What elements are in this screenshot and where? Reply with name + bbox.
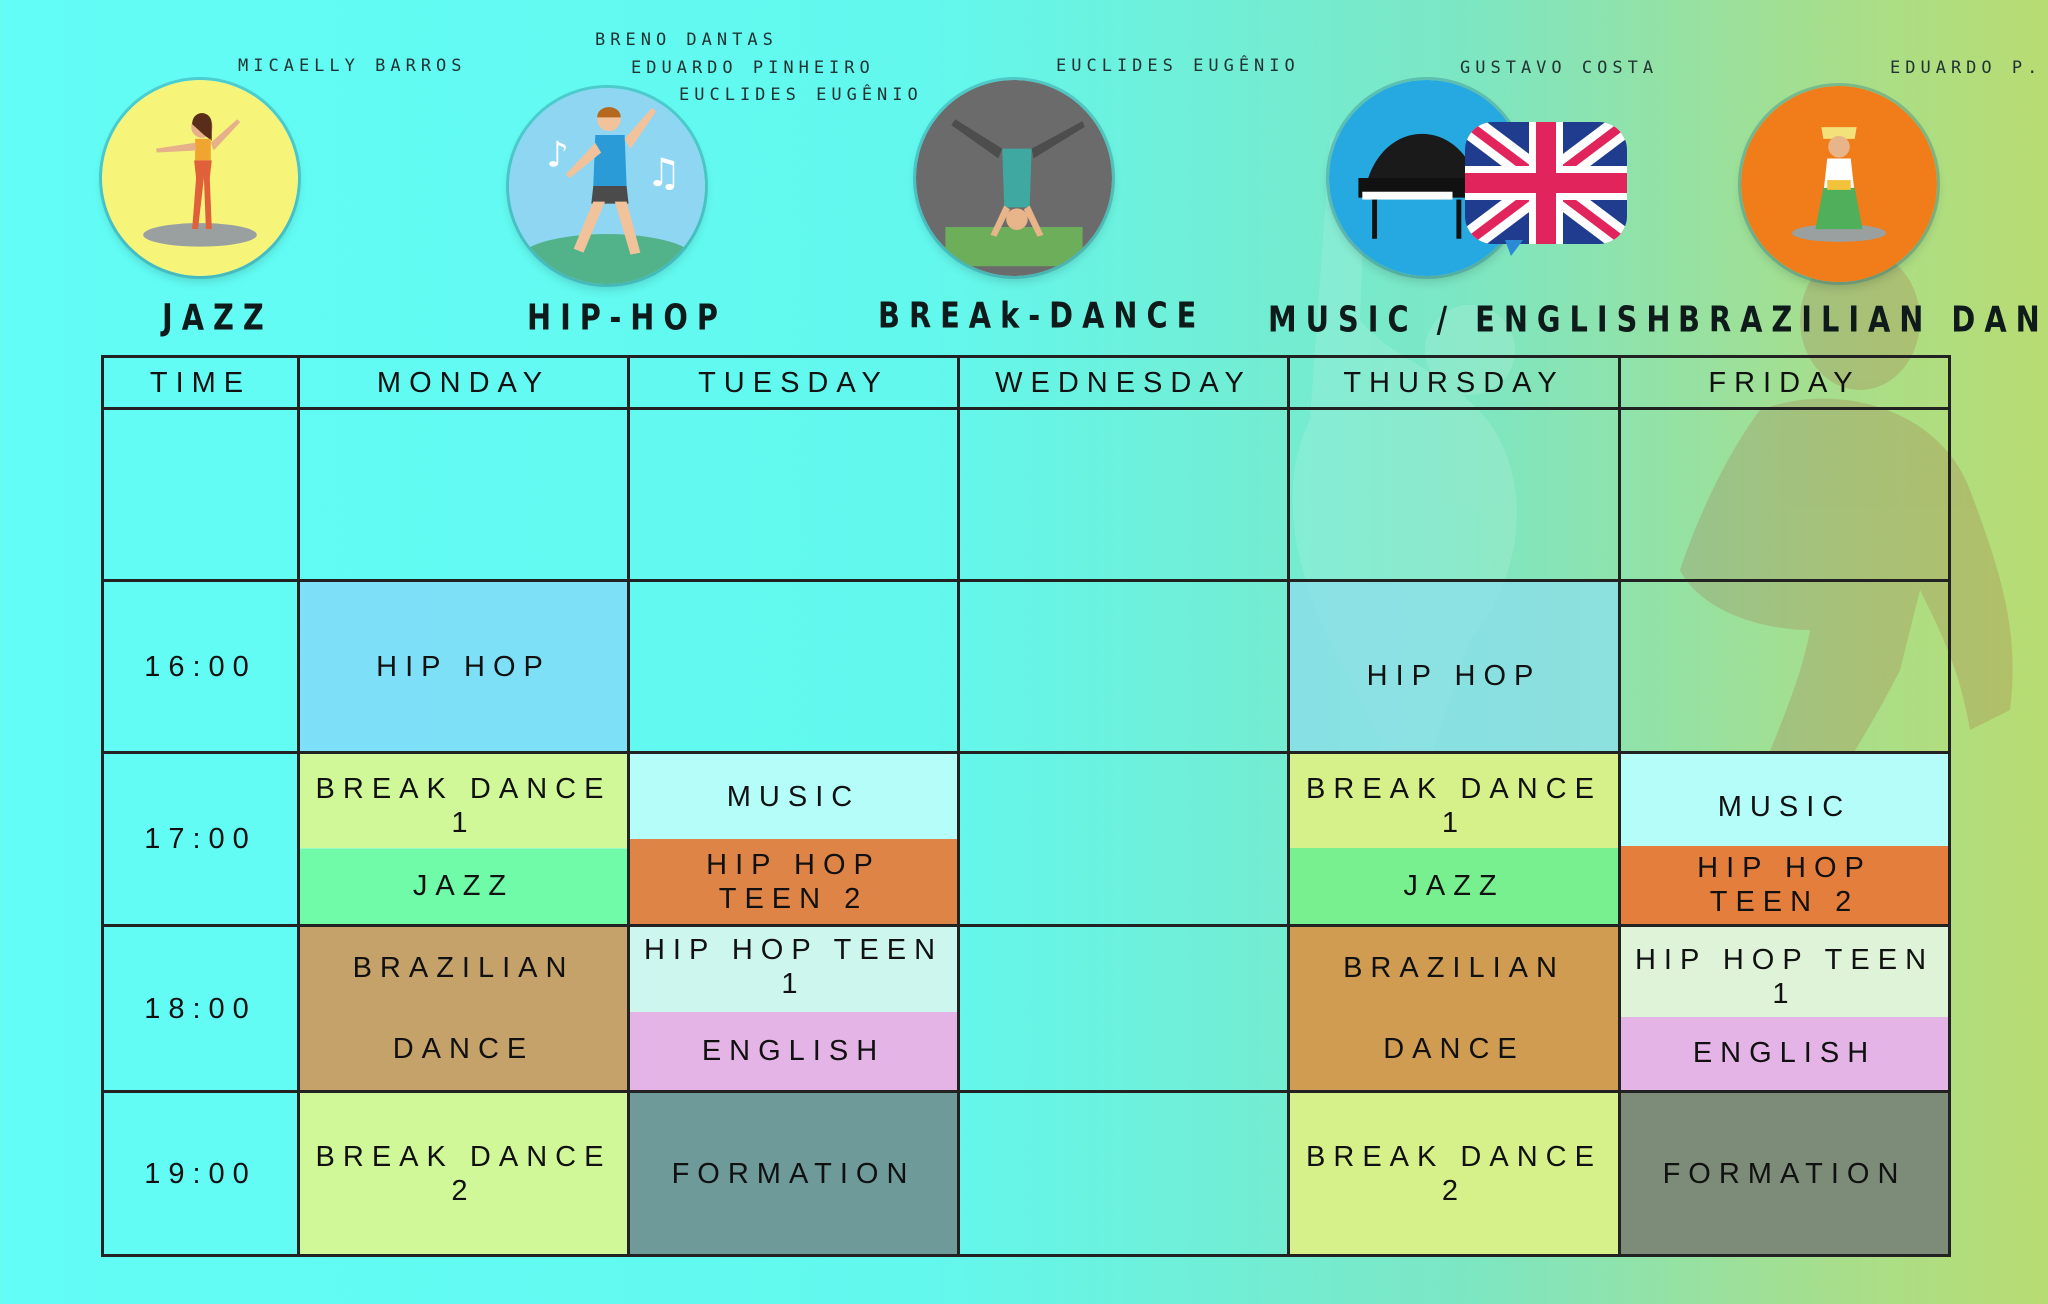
slot-empty <box>1287 407 1621 582</box>
header-time: TIME <box>101 355 300 410</box>
slot-empty <box>627 579 960 754</box>
table-row <box>101 407 1951 582</box>
slot-empty <box>297 407 630 582</box>
time-cell: 17:00 <box>101 751 300 927</box>
table-row: 18:00 BRAZILIAN DANCE HIP HOP TEEN 1 ENG… <box>101 924 1951 1093</box>
class-breakdance-2-thursday: BREAK DANCE 2 <box>1287 1090 1621 1257</box>
slot-thursday-1700: BREAK DANCE 1 JAZZ <box>1287 751 1621 927</box>
time-cell: 18:00 <box>101 924 300 1093</box>
class-music-friday: MUSIC <box>1621 754 1948 846</box>
slot-tuesday-1800: HIP HOP TEEN 1 ENGLISH <box>627 924 960 1093</box>
teacher-name-brazilian: EDUARDO P. <box>1890 58 2043 78</box>
slot-empty <box>957 407 1290 582</box>
brazilian-dance-icon <box>1741 86 1937 282</box>
style-title-music-english: MUSIC / ENGLISH <box>1268 297 1680 341</box>
jazz-icon <box>102 80 298 276</box>
header-monday: MONDAY <box>297 355 630 410</box>
class-formation-tuesday: FORMATION <box>627 1090 960 1257</box>
slot-monday-1800: BRAZILIAN DANCE <box>297 924 630 1093</box>
class-hiphop-monday: HIP HOP <box>297 579 630 754</box>
class-hiphop-teen1-tuesday: HIP HOP TEEN 1 <box>630 927 957 1012</box>
class-english-tuesday: ENGLISH <box>630 1011 957 1090</box>
slot-empty <box>957 1090 1290 1257</box>
teacher-name-hiphop-1: BRENO DANTAS <box>595 30 778 50</box>
slot-empty <box>627 407 960 582</box>
class-english-friday: ENGLISH <box>1621 1016 1948 1090</box>
slot-friday-1700: MUSIC HIP HOP TEEN 2 <box>1618 751 1951 927</box>
class-hiphop-teen2-friday: HIP HOP TEEN 2 <box>1621 846 1948 924</box>
class-formation-friday: FORMATION <box>1618 1090 1951 1257</box>
class-jazz-monday: JAZZ <box>300 848 627 924</box>
svg-text:♪: ♪ <box>546 134 569 175</box>
class-brazilian-monday-line1: BRAZILIAN <box>352 951 575 984</box>
header-thursday: THURSDAY <box>1287 355 1621 410</box>
teacher-name-jazz: MICAELLY BARROS <box>238 56 467 76</box>
class-hiphop-teen2-tuesday: HIP HOP TEEN 2 <box>630 839 957 924</box>
slot-tuesday-1700: MUSIC HIP HOP TEEN 2 <box>627 751 960 927</box>
teacher-name-breakdance: EUCLIDES EUGÊNIO <box>1056 56 1300 76</box>
header-wednesday: WEDNESDAY <box>957 355 1290 410</box>
header-tuesday: TUESDAY <box>627 355 960 410</box>
style-title-breakdance: BREAk-DANCE <box>878 293 1206 337</box>
header-friday: FRIDAY <box>1618 355 1951 410</box>
piano-icon <box>1329 80 1525 276</box>
time-cell: 19:00 <box>101 1090 300 1257</box>
slot-thursday-1800: BRAZILIAN DANCE <box>1287 924 1621 1093</box>
table-row: 17:00 BREAK DANCE 1 JAZZ MUSIC HIP HOP T… <box>101 751 1951 927</box>
svg-text:♫: ♫ <box>646 151 681 196</box>
style-title-hiphop: HIP-HOP <box>527 295 727 339</box>
class-hiphop-thursday: HIP HOP <box>1287 579 1621 754</box>
class-breakdance-2-monday: BREAK DANCE 2 <box>297 1090 630 1257</box>
class-music-tuesday: MUSIC <box>630 754 957 839</box>
style-title-jazz: JAZZ <box>162 295 273 339</box>
time-cell <box>101 407 300 582</box>
class-breakdance-1-thursday: BREAK DANCE 1 <box>1290 754 1618 848</box>
slot-empty <box>1618 407 1951 582</box>
class-hiphop-teen1-friday: HIP HOP TEEN 1 <box>1621 927 1948 1017</box>
teacher-name-hiphop-3: EUCLIDES EUGÊNIO <box>679 85 923 105</box>
style-title-brazilian: BRAZILIAN DANCE <box>1678 297 2048 341</box>
table-row: 19:00 BREAK DANCE 2 FORMATION BREAK DANC… <box>101 1090 1951 1257</box>
class-brazilian-monday-line2: DANCE <box>392 1033 535 1066</box>
slot-empty <box>957 924 1290 1093</box>
class-brazilian-thursday-line2: DANCE <box>1383 1033 1525 1066</box>
class-breakdance-1-monday: BREAK DANCE 1 <box>300 754 627 849</box>
teacher-name-hiphop-2: EDUARDO PINHEIRO <box>631 58 875 78</box>
slot-empty <box>957 579 1290 754</box>
time-cell: 16:00 <box>101 579 300 754</box>
slot-empty <box>1618 579 1951 754</box>
header-row: TIME MONDAY TUESDAY WEDNESDAY THURSDAY F… <box>101 355 1951 410</box>
class-jazz-thursday: JAZZ <box>1290 848 1618 924</box>
slot-empty <box>957 751 1290 927</box>
hiphop-icon: ♪ ♫ <box>509 88 705 284</box>
breakdance-icon <box>916 80 1112 276</box>
teacher-name-music-english: GUSTAVO COSTA <box>1460 58 1659 78</box>
table-row: 16:00 HIP HOP HIP HOP <box>101 579 1951 754</box>
slot-monday-1700: BREAK DANCE 1 JAZZ <box>297 751 630 927</box>
schedule-table: TIME MONDAY TUESDAY WEDNESDAY THURSDAY F… <box>101 355 1951 1257</box>
slot-friday-1800: HIP HOP TEEN 1 ENGLISH <box>1618 924 1951 1093</box>
class-brazilian-thursday-line1: BRAZILIAN <box>1343 951 1565 984</box>
